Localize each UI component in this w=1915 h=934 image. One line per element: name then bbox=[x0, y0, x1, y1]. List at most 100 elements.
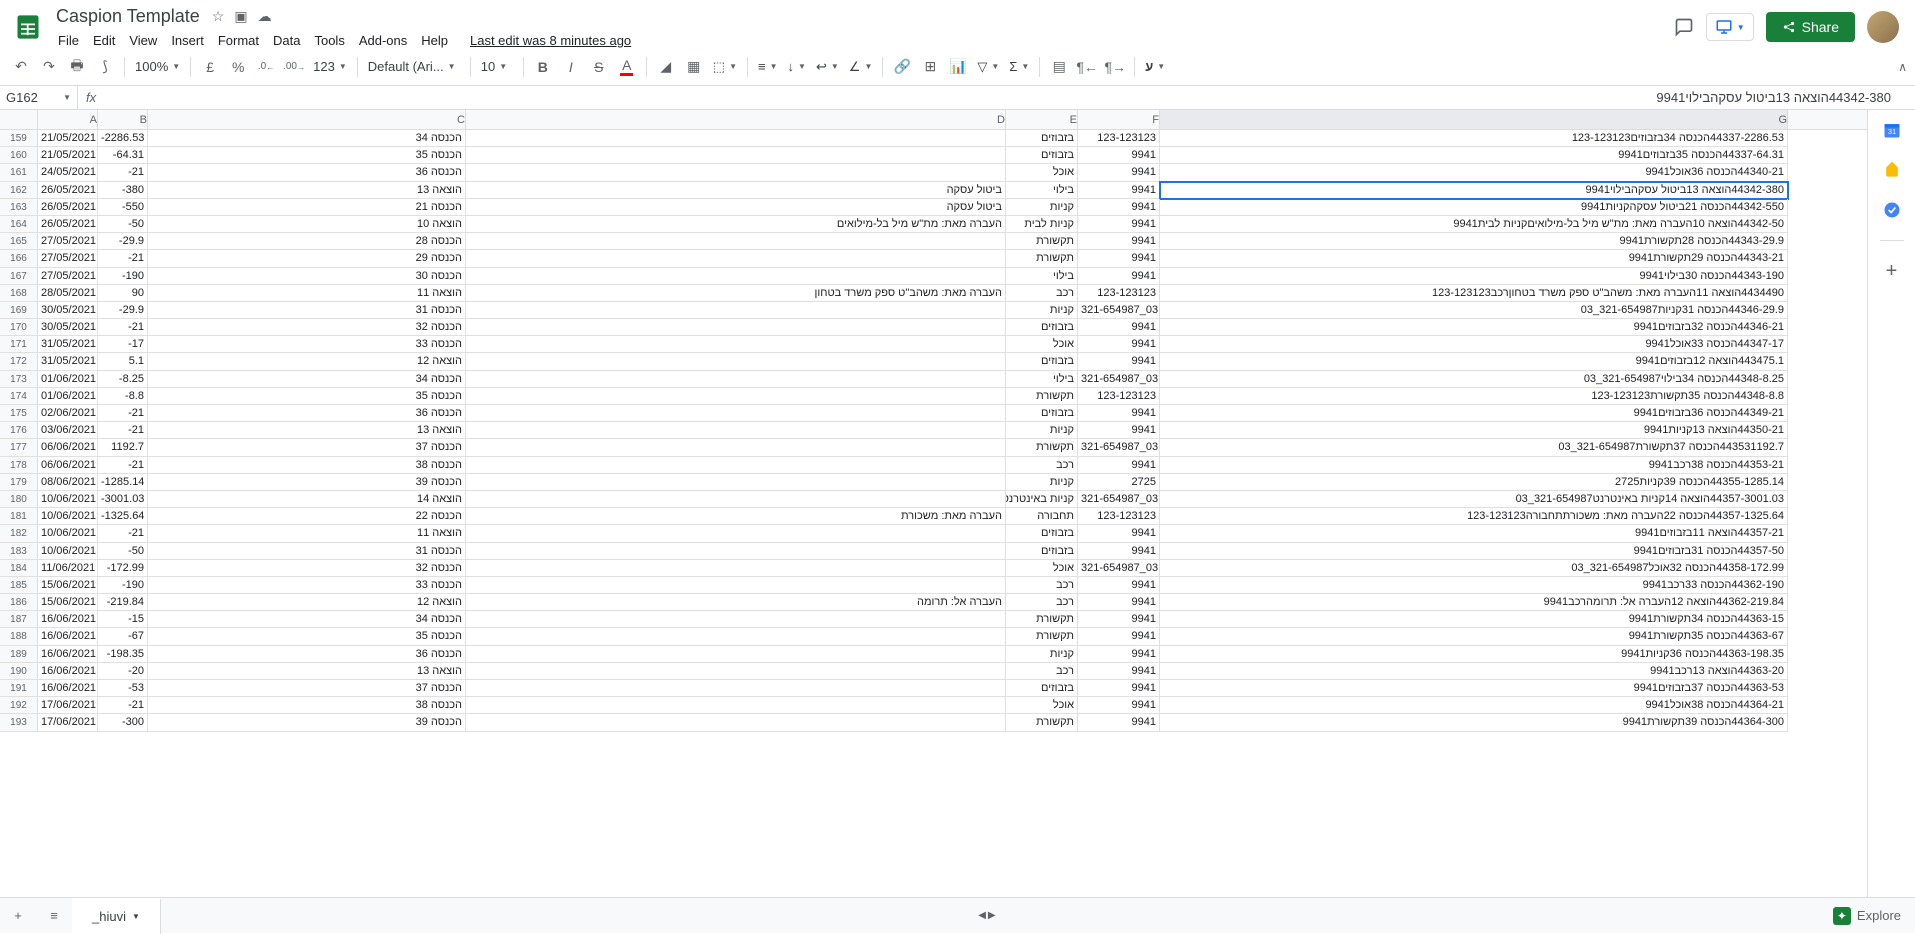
tab-scroll-right-icon[interactable]: ▶ bbox=[988, 910, 996, 921]
table-row[interactable]: 16124/05/2021-21הכנסה 36אוכל994144340-21… bbox=[0, 164, 1867, 181]
cell[interactable]: -17 bbox=[98, 336, 148, 353]
row-header[interactable]: 175 bbox=[0, 405, 38, 422]
cell[interactable] bbox=[466, 130, 1006, 147]
paint-format-icon[interactable]: ⟆ bbox=[92, 54, 118, 80]
cell[interactable]: -550 bbox=[98, 199, 148, 216]
cell[interactable]: 44357-3001.03הוצאה 14קניות באינטרנט321-6… bbox=[1160, 491, 1788, 508]
cell[interactable]: -8.25 bbox=[98, 371, 148, 388]
cell[interactable]: הכנסה 39 bbox=[148, 474, 466, 491]
menu-format[interactable]: Format bbox=[212, 31, 265, 50]
cell[interactable]: -29.9 bbox=[98, 302, 148, 319]
cell[interactable]: הוצאה 13 bbox=[148, 663, 466, 680]
comment-add-icon[interactable]: ⊞ bbox=[917, 54, 943, 80]
cell[interactable]: 9941 bbox=[1078, 199, 1160, 216]
cell[interactable]: הכנסה 32 bbox=[148, 560, 466, 577]
cell[interactable]: 16/06/2021 bbox=[38, 680, 98, 697]
row-header[interactable]: 186 bbox=[0, 594, 38, 611]
cell[interactable]: 321-654987_03 bbox=[1078, 491, 1160, 508]
percent-icon[interactable]: % bbox=[225, 54, 251, 80]
present-button[interactable]: ▼ bbox=[1706, 13, 1754, 41]
cell[interactable]: -15 bbox=[98, 611, 148, 628]
table-row[interactable]: 16426/05/2021-50הוצאה 10העברה מאת: מת"ש … bbox=[0, 216, 1867, 233]
cell[interactable]: 02/06/2021 bbox=[38, 405, 98, 422]
row-header[interactable]: 168 bbox=[0, 285, 38, 302]
cell[interactable]: ביטול עסקה bbox=[466, 199, 1006, 216]
cell[interactable]: 9941 bbox=[1078, 611, 1160, 628]
cell[interactable]: 15/06/2021 bbox=[38, 577, 98, 594]
table-row[interactable]: 16021/05/2021-64.31הכנסה 35בזבוזים994144… bbox=[0, 147, 1867, 164]
cell[interactable]: 9941 bbox=[1078, 319, 1160, 336]
undo-icon[interactable]: ↶ bbox=[8, 54, 34, 80]
share-button[interactable]: Share bbox=[1766, 12, 1855, 42]
table-row[interactable]: 17030/05/2021-21הכנסה 32בזבוזים994144346… bbox=[0, 319, 1867, 336]
cell[interactable]: -64.31 bbox=[98, 147, 148, 164]
sheet-tab[interactable]: _hiuvi▼ bbox=[72, 898, 161, 934]
cell[interactable]: בזבוזים bbox=[1006, 543, 1078, 560]
cell[interactable]: 24/05/2021 bbox=[38, 164, 98, 181]
cell[interactable]: 01/06/2021 bbox=[38, 371, 98, 388]
row-header[interactable]: 178 bbox=[0, 457, 38, 474]
cell[interactable]: -300 bbox=[98, 714, 148, 731]
cell[interactable]: קניות bbox=[1006, 302, 1078, 319]
borders-icon[interactable]: ▦ bbox=[681, 54, 707, 80]
row-header[interactable]: 171 bbox=[0, 336, 38, 353]
table-row[interactable]: 16627/05/2021-21הכנסה 29תקשורת994144343-… bbox=[0, 250, 1867, 267]
tab-scroll-left-icon[interactable]: ◀ bbox=[978, 910, 986, 921]
row-header[interactable]: 181 bbox=[0, 508, 38, 525]
cell[interactable]: 90 bbox=[98, 285, 148, 302]
cell[interactable]: 44353-21הכנסה 38רכב9941 bbox=[1160, 457, 1788, 474]
dec-decrease-icon[interactable]: .0← bbox=[253, 54, 279, 80]
table-row[interactable]: 18816/06/2021-67הכנסה 35תקשורת994144363-… bbox=[0, 628, 1867, 645]
cell[interactable]: רכב bbox=[1006, 457, 1078, 474]
table-row[interactable]: 17603/06/2021-21הוצאה 13קניות994144350-2… bbox=[0, 422, 1867, 439]
row-header[interactable]: 159 bbox=[0, 130, 38, 147]
table-row[interactable]: 18411/06/2021-172.99הכנסה 32אוכל321-6549… bbox=[0, 560, 1867, 577]
cell[interactable] bbox=[466, 697, 1006, 714]
menu-file[interactable]: File bbox=[52, 31, 85, 50]
cell[interactable]: 9941 bbox=[1078, 250, 1160, 267]
cell[interactable]: 44355-1285.14הכנסה 39קניות2725 bbox=[1160, 474, 1788, 491]
name-box[interactable]: G162▼ bbox=[0, 86, 78, 109]
cell[interactable]: -67 bbox=[98, 628, 148, 645]
cell[interactable]: הכנסה 37 bbox=[148, 439, 466, 456]
cell[interactable]: הכנסה 35 bbox=[148, 628, 466, 645]
cell[interactable]: 21/05/2021 bbox=[38, 130, 98, 147]
menu-edit[interactable]: Edit bbox=[87, 31, 121, 50]
cell[interactable]: -53 bbox=[98, 680, 148, 697]
table-row[interactable]: 16326/05/2021-550הכנסה 21ביטול עסקהקניות… bbox=[0, 199, 1867, 216]
cell[interactable]: בזבוזים bbox=[1006, 147, 1078, 164]
cell[interactable] bbox=[466, 680, 1006, 697]
cell[interactable]: 44363-198.35הכנסה 36קניות9941 bbox=[1160, 646, 1788, 663]
cell[interactable]: 9941 bbox=[1078, 663, 1160, 680]
cell[interactable]: הכנסה 37 bbox=[148, 680, 466, 697]
cell[interactable]: 17/06/2021 bbox=[38, 714, 98, 731]
sheets-logo[interactable] bbox=[8, 7, 48, 47]
cell[interactable] bbox=[466, 353, 1006, 370]
table-row[interactable]: 18716/06/2021-15הכנסה 34תקשורת994144363-… bbox=[0, 611, 1867, 628]
table-row[interactable]: 16226/05/2021-380הוצאה 13ביטול עסקהבילוי… bbox=[0, 182, 1867, 199]
cell[interactable] bbox=[466, 577, 1006, 594]
cell[interactable]: 30/05/2021 bbox=[38, 302, 98, 319]
cell[interactable]: -50 bbox=[98, 216, 148, 233]
cell[interactable]: הוצאה 11 bbox=[148, 285, 466, 302]
cell[interactable] bbox=[466, 457, 1006, 474]
cell[interactable]: 9941 bbox=[1078, 182, 1160, 199]
cell[interactable]: הוצאה 11 bbox=[148, 525, 466, 542]
cell[interactable]: 443475.1הוצאה 12בזבוזים9941 bbox=[1160, 353, 1788, 370]
cell[interactable]: -21 bbox=[98, 164, 148, 181]
cell[interactable]: קניות באינטרנט bbox=[1006, 491, 1078, 508]
cell[interactable]: 16/06/2021 bbox=[38, 646, 98, 663]
italic-icon[interactable]: I bbox=[558, 54, 584, 80]
cell[interactable]: 9941 bbox=[1078, 543, 1160, 560]
menu-help[interactable]: Help bbox=[415, 31, 454, 50]
cell[interactable]: קניות bbox=[1006, 199, 1078, 216]
cell[interactable] bbox=[466, 164, 1006, 181]
cell[interactable]: 44362-190הכנסה 33רכב9941 bbox=[1160, 577, 1788, 594]
cell[interactable]: תקשורת bbox=[1006, 439, 1078, 456]
cell[interactable]: הכנסה 30 bbox=[148, 268, 466, 285]
col-header-a[interactable]: A bbox=[38, 110, 98, 129]
cell[interactable]: העברה אל: תרומה bbox=[466, 594, 1006, 611]
cell[interactable]: רכב bbox=[1006, 594, 1078, 611]
table-row[interactable]: 16727/05/2021-190הכנסה 30בילוי994144343-… bbox=[0, 268, 1867, 285]
table-row[interactable]: 16828/05/202190הוצאה 11העברה מאת: משהב"ט… bbox=[0, 285, 1867, 302]
